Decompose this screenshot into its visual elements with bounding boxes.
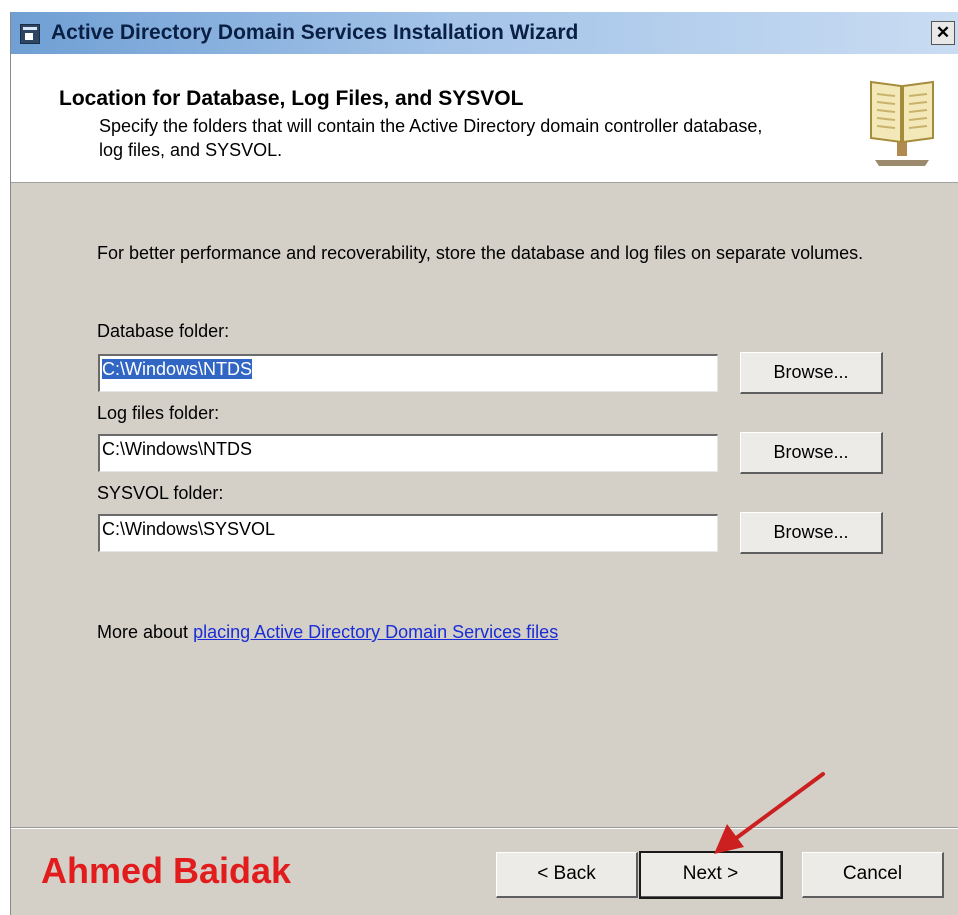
wizard-content: For better performance and recoverabilit… — [11, 183, 958, 826]
wizard-window: Active Directory Domain Services Install… — [10, 12, 958, 915]
wizard-header: Location for Database, Log Files, and SY… — [11, 54, 958, 183]
author-watermark: Ahmed Baidak — [41, 850, 292, 891]
cancel-button[interactable]: Cancel — [802, 852, 944, 898]
database-folder-input[interactable]: C:\Windows\NTDS — [98, 354, 718, 392]
page-subtitle: Specify the folders that will contain th… — [99, 116, 763, 160]
window-title: Active Directory Domain Services Install… — [51, 21, 579, 44]
database-browse-button[interactable]: Browse... — [740, 352, 883, 394]
sysvol-folder-input[interactable]: C:\Windows\SYSVOL — [98, 514, 718, 552]
more-info-link[interactable]: placing Active Directory Domain Services… — [193, 622, 558, 642]
page-title: Location for Database, Log Files, and SY… — [59, 87, 524, 110]
close-button[interactable]: ✕ — [931, 21, 955, 45]
sysvol-folder-label: SYSVOL folder: — [97, 483, 224, 503]
close-icon: ✕ — [935, 23, 951, 42]
log-folder-input[interactable]: C:\Windows\NTDS — [98, 434, 718, 472]
app-icon — [20, 24, 40, 44]
title-bar[interactable]: Active Directory Domain Services Install… — [11, 12, 958, 54]
back-button[interactable]: < Back — [496, 852, 638, 898]
log-folder-value: C:\Windows\NTDS — [102, 439, 253, 459]
next-button[interactable]: Next > — [639, 851, 783, 899]
log-folder-label: Log files folder: — [97, 403, 220, 423]
book-icon — [870, 80, 934, 166]
log-browse-button[interactable]: Browse... — [740, 432, 883, 474]
database-folder-label: Database folder: — [97, 321, 230, 341]
footer-separator — [11, 827, 958, 829]
sysvol-folder-value: C:\Windows\SYSVOL — [102, 519, 276, 539]
intro-text: For better performance and recoverabilit… — [97, 243, 864, 263]
more-info: More about placing Active Directory Doma… — [97, 622, 558, 643]
more-info-prefix: More about — [97, 622, 194, 642]
database-folder-value: C:\Windows\NTDS — [102, 359, 253, 379]
sysvol-browse-button[interactable]: Browse... — [740, 512, 883, 554]
